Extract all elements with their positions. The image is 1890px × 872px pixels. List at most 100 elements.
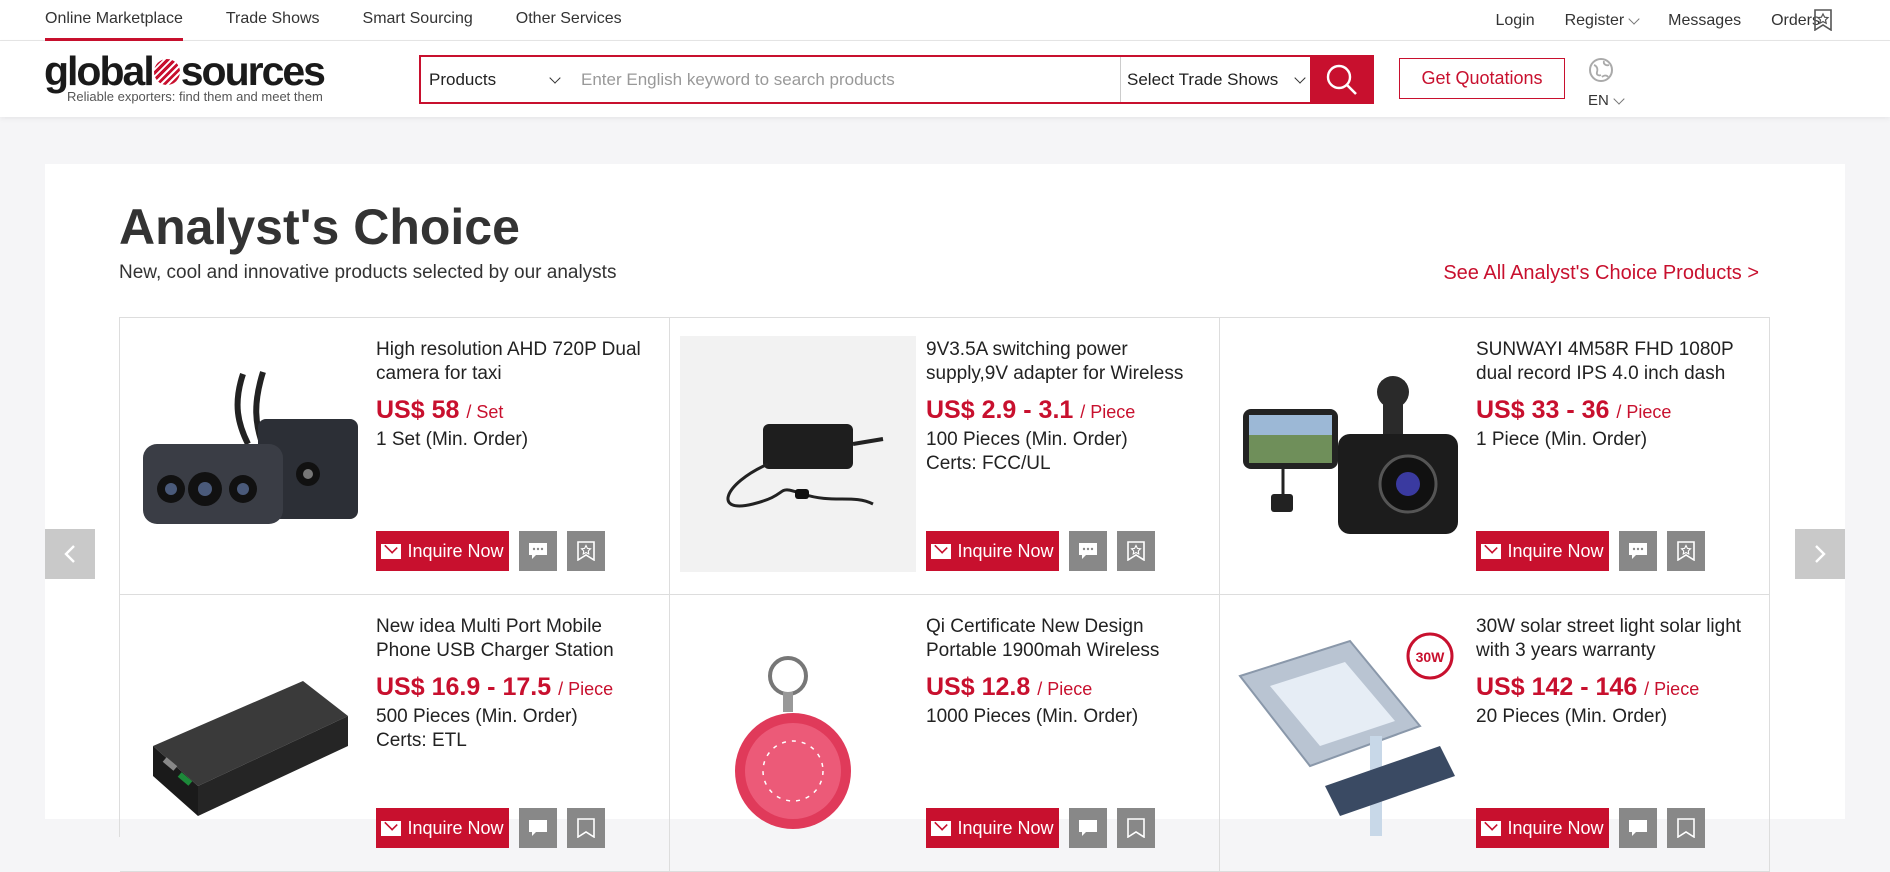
price-value: US$ 58 [376, 396, 460, 424]
carousel-next-button[interactable] [1795, 529, 1845, 579]
price-unit: / Piece [1616, 402, 1672, 422]
inquire-label: Inquire Now [407, 817, 504, 838]
product-card[interactable]: 30W 30W solar street light solar light w… [1220, 595, 1770, 872]
search-category-select[interactable]: Products [421, 57, 571, 102]
solar-street-light-image[interactable]: 30W [1230, 613, 1466, 849]
favorite-button[interactable] [1117, 808, 1155, 848]
product-price: US$ 16.9 - 17.5 / Piece [376, 673, 613, 702]
language-label: EN [1588, 92, 1630, 109]
chevron-left-icon [64, 545, 75, 563]
search-input[interactable] [571, 57, 1120, 102]
wattage-badge-label: 30W [1416, 649, 1446, 665]
inquire-label: Inquire Now [1507, 817, 1604, 838]
trade-show-label: Select Trade Shows [1127, 69, 1279, 89]
nav-trade-shows[interactable]: Trade Shows [226, 0, 320, 41]
min-order: 1 Piece (Min. Order) [1476, 429, 1648, 450]
language-selector[interactable]: EN [1588, 57, 1630, 109]
nav-other-services[interactable]: Other Services [516, 0, 622, 41]
inquire-now-button[interactable]: Inquire Now [926, 531, 1059, 571]
favorite-icon [1127, 818, 1145, 838]
messages-link[interactable]: Messages [1668, 12, 1741, 30]
logo-mark-icon [153, 59, 180, 85]
min-order: 500 Pieces (Min. Order) [376, 706, 578, 727]
favorite-button[interactable] [1667, 808, 1705, 848]
favorite-button[interactable] [1117, 531, 1155, 571]
favorite-icon [577, 541, 595, 561]
analysts-choice-panel: Analyst's Choice New, cool and innovativ… [45, 164, 1845, 872]
inquire-now-button[interactable]: Inquire Now [376, 531, 509, 571]
dash-cam-image[interactable] [1230, 336, 1466, 572]
see-all-link[interactable]: See All Analyst's Choice Products > [1443, 262, 1759, 285]
price-unit: / Piece [558, 679, 614, 699]
chat-button[interactable] [1619, 531, 1657, 571]
price-unit: / Piece [1037, 679, 1093, 699]
product-title[interactable]: High resolution AHD 720P Dual camera for… [376, 338, 661, 386]
favorites-icon[interactable] [1813, 9, 1833, 32]
global-sources-logo[interactable]: global sources Reliable exporters: find t… [44, 48, 326, 104]
globe-icon [1589, 58, 1613, 82]
min-order: 100 Pieces (Min. Order) [926, 429, 1128, 450]
chat-button[interactable] [519, 531, 557, 571]
inquire-label: Inquire Now [957, 540, 1054, 561]
inquire-now-button[interactable]: Inquire Now [1476, 531, 1609, 571]
wireless-charger-keychain-image[interactable] [680, 613, 916, 849]
min-order: 1 Set (Min. Order) [376, 429, 529, 450]
dual-camera-image[interactable] [130, 336, 366, 572]
envelope-icon [381, 543, 402, 559]
chat-icon [1079, 820, 1097, 836]
inquire-now-button[interactable]: Inquire Now [926, 808, 1059, 848]
envelope-icon [1481, 543, 1502, 559]
product-card[interactable]: Qi Certificate New Design Portable 1900m… [670, 595, 1220, 872]
chat-icon [529, 820, 547, 836]
card-actions: Inquire Now [926, 531, 1155, 571]
chat-button[interactable] [1069, 808, 1107, 848]
product-title[interactable]: New idea Multi Port Mobile Phone USB Cha… [376, 615, 661, 663]
min-order: 1000 Pieces (Min. Order) [926, 706, 1139, 727]
product-title[interactable]: 9V3.5A switching power supply,9V adapter… [926, 338, 1211, 386]
chevron-down-icon [549, 71, 561, 84]
price-value: US$ 33 - 36 [1476, 396, 1610, 424]
account-links: Login Register Messages Orders [1465, 0, 1820, 41]
chat-button[interactable] [519, 808, 557, 848]
chat-icon [1079, 543, 1097, 559]
favorite-button[interactable] [1667, 531, 1705, 571]
product-title[interactable]: 30W solar street light solar light with … [1476, 615, 1761, 663]
favorite-button[interactable] [567, 808, 605, 848]
chat-button[interactable] [1069, 531, 1107, 571]
nav-online-marketplace[interactable]: Online Marketplace [45, 0, 183, 41]
top-nav: Online Marketplace Trade Shows Smart Sou… [45, 0, 665, 41]
chat-button[interactable] [1619, 808, 1657, 848]
chevron-down-icon [1613, 92, 1625, 105]
login-link[interactable]: Login [1495, 12, 1534, 30]
price-value: US$ 2.9 - 3.1 [926, 396, 1074, 424]
power-adapter-image[interactable] [680, 336, 916, 572]
product-price: US$ 12.8 / Piece [926, 673, 1092, 702]
inquire-now-button[interactable]: Inquire Now [376, 808, 509, 848]
favorite-button[interactable] [567, 531, 605, 571]
chevron-right-icon [1815, 545, 1826, 563]
product-title[interactable]: SUNWAYI 4M58R FHD 1080P dual record IPS … [1476, 338, 1761, 386]
get-quotations-button[interactable]: Get Quotations [1399, 58, 1565, 99]
trade-show-select[interactable]: Select Trade Shows [1120, 57, 1310, 102]
card-actions: Inquire Now [1476, 808, 1705, 848]
product-title[interactable]: Qi Certificate New Design Portable 1900m… [926, 615, 1211, 663]
register-link[interactable]: Register [1565, 12, 1640, 30]
product-card[interactable]: New idea Multi Port Mobile Phone USB Cha… [120, 595, 670, 872]
section-title: Analyst's Choice [119, 199, 520, 255]
logo-tagline: Reliable exporters: find them and meet t… [67, 89, 323, 104]
product-card[interactable]: High resolution AHD 720P Dual camera for… [120, 318, 670, 595]
envelope-icon [381, 820, 402, 836]
search-icon [1326, 64, 1357, 95]
inquire-now-button[interactable]: Inquire Now [1476, 808, 1609, 848]
nav-smart-sourcing[interactable]: Smart Sourcing [363, 0, 473, 41]
product-card[interactable]: 9V3.5A switching power supply,9V adapter… [670, 318, 1220, 595]
logo-part1: global [44, 48, 155, 94]
carousel-prev-button[interactable] [45, 529, 95, 579]
charger-station-image[interactable] [130, 613, 366, 849]
certs: Certs: ETL [376, 730, 467, 751]
language-code: EN [1588, 92, 1609, 109]
search-button[interactable] [1310, 55, 1374, 104]
certs: Certs: FCC/UL [926, 453, 1051, 474]
product-card[interactable]: SUNWAYI 4M58R FHD 1080P dual record IPS … [1220, 318, 1770, 595]
search-category-label: Products [429, 69, 497, 89]
